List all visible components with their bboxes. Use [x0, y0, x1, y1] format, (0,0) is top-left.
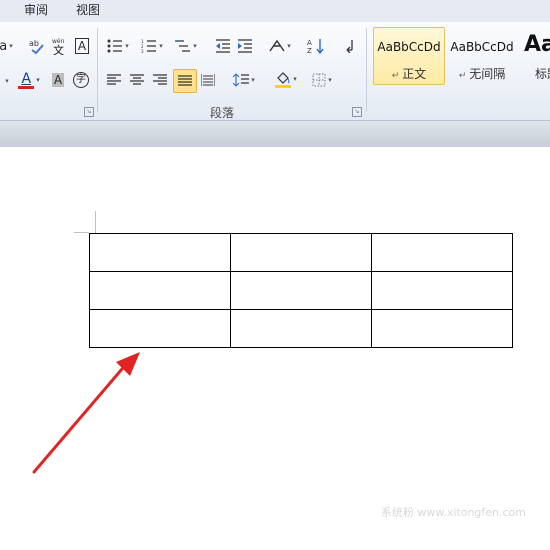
watermark: 系统粉 www.xitongfen.com [380, 506, 526, 519]
red-arrow-annotation [32, 352, 140, 474]
